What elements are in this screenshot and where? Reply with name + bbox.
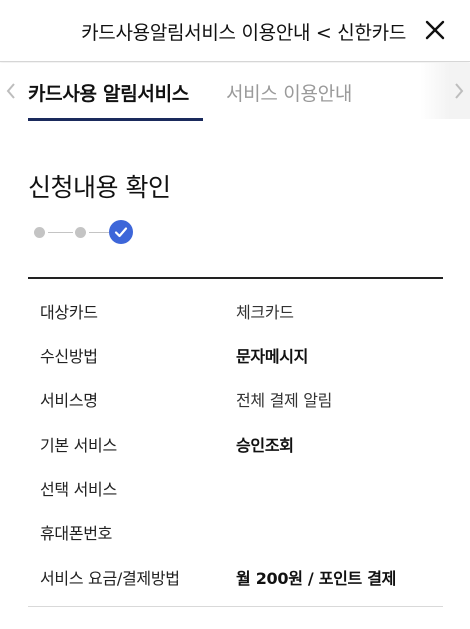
detail-value: 체크카드 bbox=[236, 303, 294, 322]
chevron-right-icon bbox=[455, 83, 464, 99]
detail-row-receive-method: 수신방법 문자메시지 bbox=[0, 343, 470, 373]
detail-row-optional-service: 선택 서비스 bbox=[0, 476, 470, 506]
detail-row-service-name: 서비스명 전체 결제 알림 bbox=[0, 387, 470, 417]
detail-row-basic-service: 기본 서비스 승인조회 bbox=[0, 432, 470, 462]
page-title: 카드사용알림서비스 이용안내 < 신한카드 bbox=[81, 22, 406, 44]
step-3-done bbox=[109, 220, 133, 244]
progress-stepper bbox=[32, 220, 142, 244]
detail-label: 서비스명 bbox=[40, 391, 98, 410]
check-icon bbox=[114, 227, 128, 238]
close-icon bbox=[425, 20, 445, 40]
step-1-dot bbox=[34, 227, 45, 238]
detail-value: 문자메시지 bbox=[236, 347, 309, 366]
top-header: 카드사용알림서비스 이용안내 < 신한카드 bbox=[0, 0, 470, 62]
tab-service-guide[interactable]: 서비스 이용안내 bbox=[226, 79, 352, 106]
detail-label: 대상카드 bbox=[40, 303, 98, 322]
tab-scroll-left-button[interactable] bbox=[2, 79, 20, 103]
step-connector bbox=[89, 232, 109, 233]
tab-card-usage-alert[interactable]: 카드사용 알림서비스 bbox=[28, 79, 189, 106]
detail-label: 수신방법 bbox=[40, 347, 98, 366]
tab-scroll-right-button[interactable] bbox=[450, 79, 468, 103]
detail-row-target-card: 대상카드 체크카드 bbox=[0, 299, 470, 329]
detail-label: 서비스 요금/결제방법 bbox=[40, 569, 180, 588]
detail-value: 전체 결제 알림 bbox=[236, 391, 333, 410]
table-top-border bbox=[28, 277, 443, 279]
step-connector bbox=[48, 232, 73, 233]
table-bottom-border bbox=[28, 606, 443, 607]
close-button[interactable] bbox=[422, 17, 448, 43]
step-2-dot bbox=[75, 227, 86, 238]
detail-label: 선택 서비스 bbox=[40, 480, 117, 499]
chevron-left-icon bbox=[6, 83, 15, 99]
detail-value: 승인조회 bbox=[236, 436, 294, 455]
tab-bar: 카드사용 알림서비스 서비스 이용안내 bbox=[0, 63, 470, 127]
section-title: 신청내용 확인 bbox=[28, 173, 171, 202]
detail-label: 휴대폰번호 bbox=[40, 524, 113, 543]
detail-row-phone-number: 휴대폰번호 bbox=[0, 520, 470, 550]
active-tab-indicator bbox=[28, 118, 203, 121]
detail-value: 월 200원 / 포인트 결제 bbox=[236, 569, 397, 588]
detail-row-fee-payment: 서비스 요금/결제방법 월 200원 / 포인트 결제 bbox=[0, 565, 470, 595]
detail-label: 기본 서비스 bbox=[40, 436, 117, 455]
